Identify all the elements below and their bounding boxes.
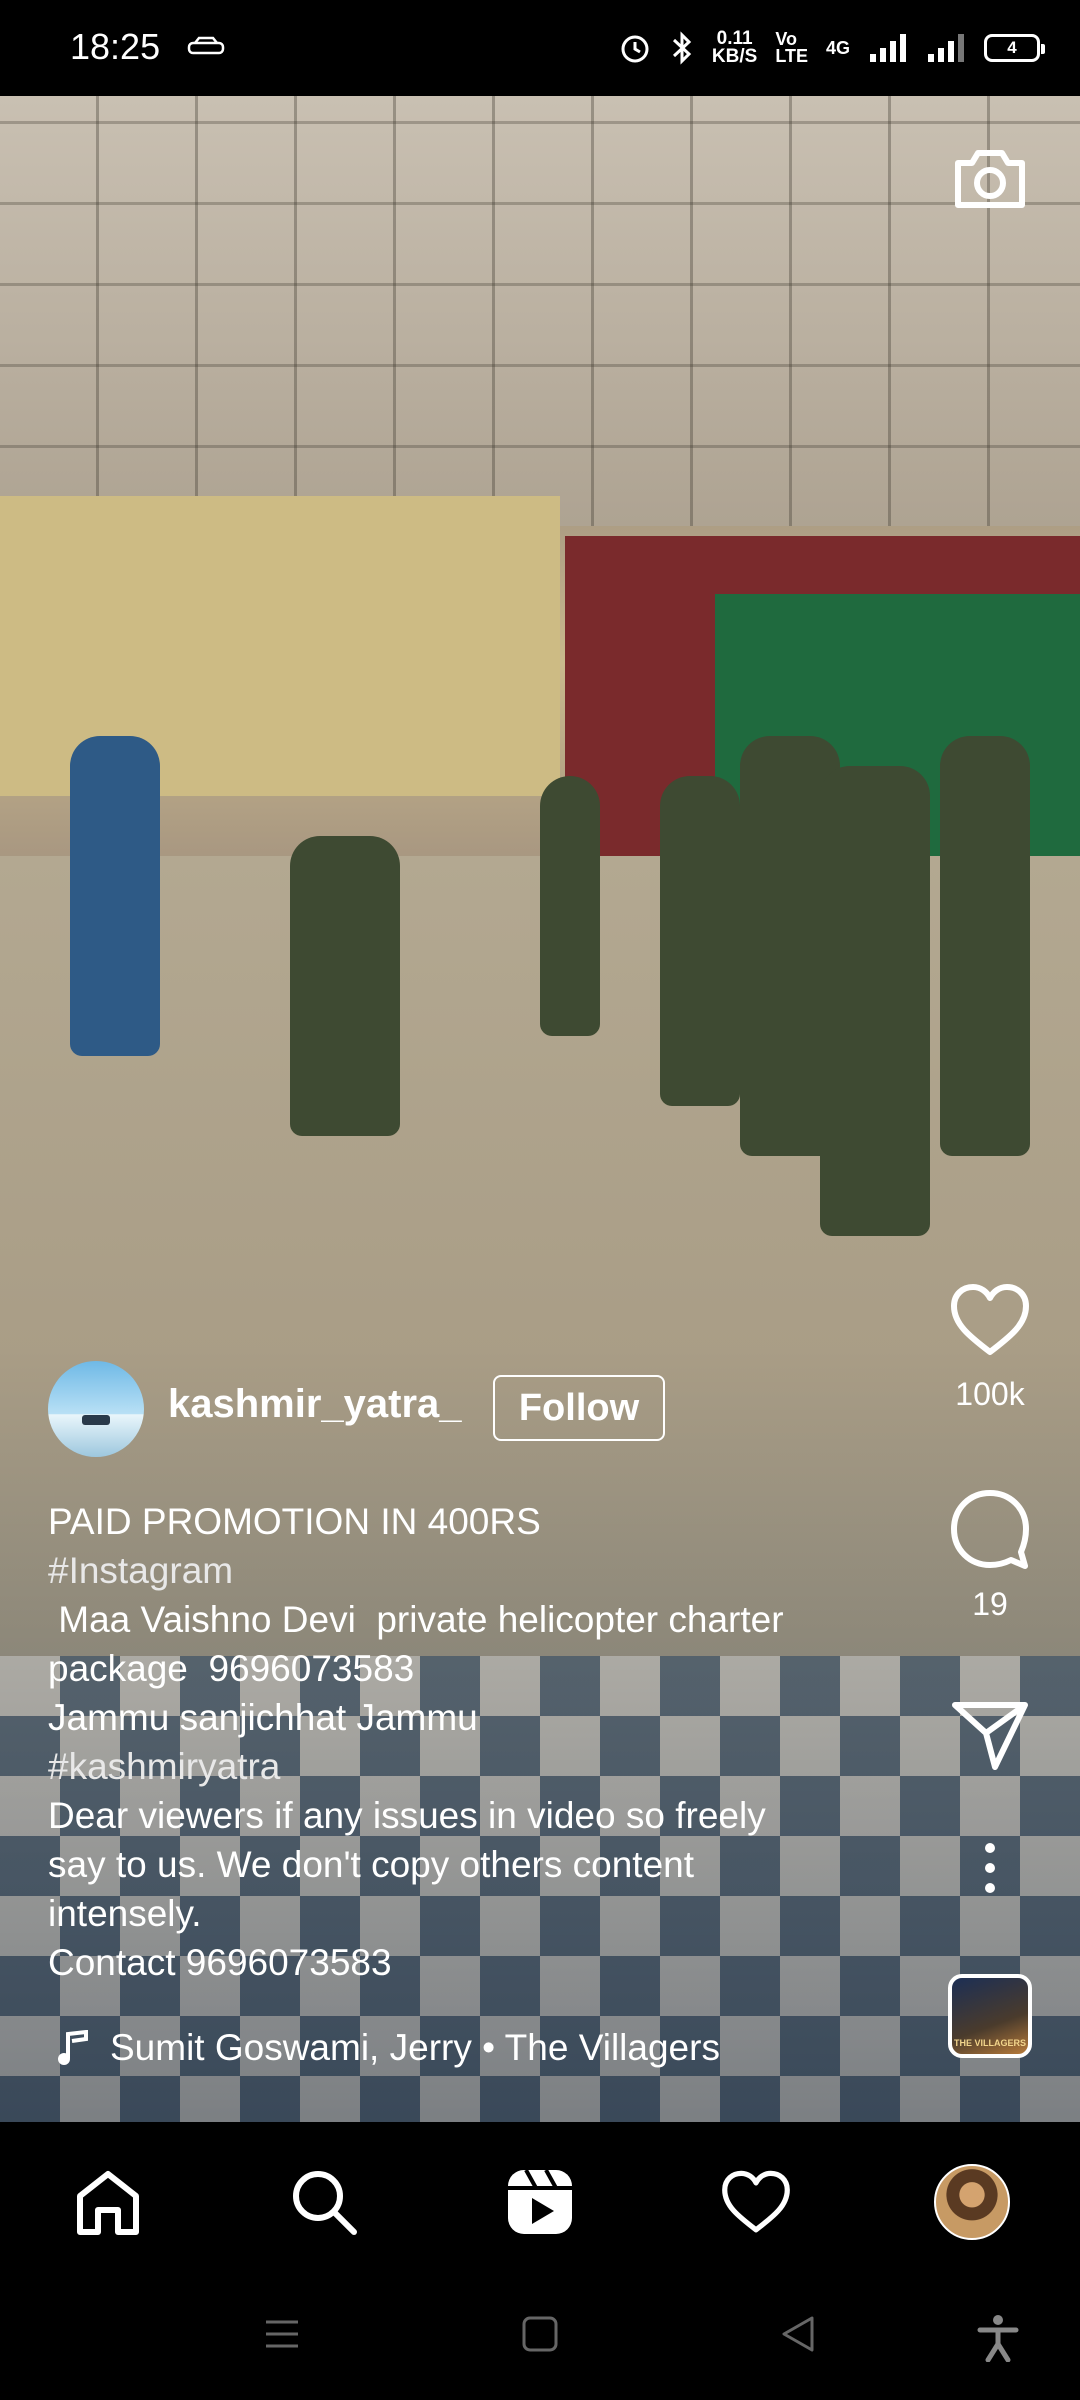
video-figure xyxy=(820,766,930,1236)
search-icon xyxy=(293,2171,357,2235)
home-icon xyxy=(77,2171,139,2235)
heart-icon xyxy=(951,1284,1029,1355)
caption-line: Maa Vaishno Devi private helicopter char… xyxy=(48,1599,784,1640)
share-button[interactable] xyxy=(940,1699,1040,1771)
nav-profile[interactable] xyxy=(932,2162,1012,2242)
send-icon xyxy=(952,1702,1028,1770)
camera-icon xyxy=(955,150,1025,208)
follow-button[interactable]: Follow xyxy=(493,1375,665,1441)
caption-hashtag[interactable]: #Instagram xyxy=(48,1546,908,1595)
back-button[interactable] xyxy=(778,2314,818,2359)
nav-activity[interactable] xyxy=(716,2162,796,2242)
video-figure xyxy=(70,736,160,1056)
volte-label: Vo LTE xyxy=(775,29,808,66)
author-avatar[interactable] xyxy=(48,1361,144,1457)
caption-line: intensely. xyxy=(48,1893,202,1934)
caption-line: say to us. We don't copy others content xyxy=(48,1844,695,1885)
alarm-icon xyxy=(621,35,649,63)
battery-level: 4 xyxy=(1007,38,1017,57)
profile-avatar xyxy=(934,2164,1010,2240)
battery-icon: 4 xyxy=(984,34,1045,62)
status-bar: 18:25 0.11 KB/S Vo LTE 4G 4 xyxy=(0,0,1080,96)
caption-line: Dear viewers if any issues in video so f… xyxy=(48,1795,766,1836)
status-icons: 0.11 KB/S Vo LTE 4G 4 xyxy=(618,22,1045,74)
accessibility-button[interactable] xyxy=(976,2314,1020,2367)
camera-button[interactable] xyxy=(950,143,1030,213)
home-system-button[interactable] xyxy=(520,2314,560,2359)
caption-line: Contact 9696073583 xyxy=(48,1942,392,1983)
recents-button[interactable] xyxy=(262,2314,302,2359)
signal-icon xyxy=(870,34,906,62)
nav-reels[interactable] xyxy=(500,2162,580,2242)
caption-line: PAID PROMOTION IN 400RS xyxy=(48,1501,541,1542)
reels-icon xyxy=(508,2169,572,2234)
caption-line: package 9696073583 xyxy=(48,1648,415,1689)
signal-2-icon xyxy=(928,34,964,62)
bottom-nav xyxy=(0,2122,1080,2276)
post-caption[interactable]: PAID PROMOTION IN 400RS #Instagram Maa V… xyxy=(48,1497,908,1987)
comment-icon xyxy=(951,1490,1029,1569)
bluetooth-icon xyxy=(672,31,692,65)
more-icon xyxy=(985,1843,995,1893)
system-nav xyxy=(0,2276,1080,2400)
network-type: 4G xyxy=(825,37,850,58)
audio-attribution[interactable]: Sumit Goswami, Jerry • The Villagers xyxy=(56,2027,720,2069)
comment-button[interactable]: 19 xyxy=(940,1488,1040,1623)
status-time: 18:25 xyxy=(70,26,161,67)
more-options-button[interactable] xyxy=(940,1840,1040,1896)
accessibility-icon xyxy=(977,2315,1019,2363)
back-triangle-icon xyxy=(782,2316,814,2352)
like-button[interactable]: 100k xyxy=(940,1282,1040,1413)
caption-line: Jammu sanjichhat Jammu xyxy=(48,1697,478,1738)
like-count: 100k xyxy=(955,1376,1025,1412)
car-icon xyxy=(187,36,225,55)
audio-thumb-text: THE VILLAGERS xyxy=(953,2038,1026,2048)
comment-count: 19 xyxy=(972,1586,1008,1622)
audio-title: Sumit Goswami, Jerry • The Villagers xyxy=(110,2027,720,2068)
video-figure xyxy=(540,776,600,1036)
author-username[interactable]: kashmir_yatra_ xyxy=(168,1382,462,1427)
caption-hashtag[interactable]: #kashmiryatra xyxy=(48,1742,908,1791)
video-figure xyxy=(660,776,740,1106)
video-ceiling xyxy=(0,96,1080,526)
audio-thumbnail[interactable]: THE VILLAGERS xyxy=(948,1974,1032,2058)
nav-home[interactable] xyxy=(68,2162,148,2242)
music-note-icon xyxy=(58,2030,88,2065)
activity-icon xyxy=(722,2170,790,2233)
menu-icon xyxy=(266,2320,298,2348)
net-speed: 0.11 KB/S xyxy=(711,28,758,67)
nav-search[interactable] xyxy=(284,2162,364,2242)
square-icon xyxy=(522,2316,558,2352)
video-figure xyxy=(940,736,1030,1156)
video-figure xyxy=(290,836,400,1136)
